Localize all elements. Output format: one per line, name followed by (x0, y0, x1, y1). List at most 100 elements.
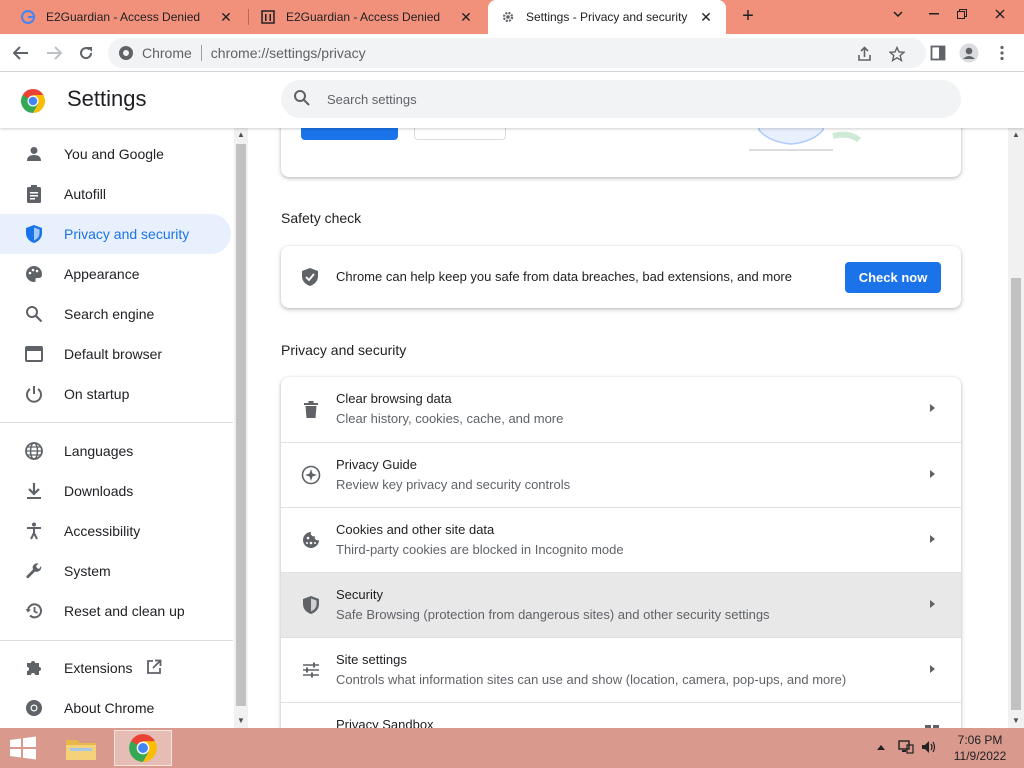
restore-button[interactable] (944, 0, 980, 28)
sidebar-item-reset-and-clean-up[interactable]: Reset and clean up (0, 591, 231, 631)
sidebar-item-you-and-google[interactable]: You and Google (0, 134, 231, 174)
back-button[interactable] (9, 41, 33, 65)
wrench-icon (24, 561, 44, 581)
sidebar-item-downloads[interactable]: Downloads (0, 471, 231, 511)
clock-time: 7:06 PM (957, 733, 1003, 747)
chrome-icon (118, 45, 134, 61)
row-clear-browsing-data[interactable]: Clear browsing data Clear history, cooki… (281, 377, 961, 442)
sidebar-item-extensions[interactable]: Extensions (0, 648, 231, 688)
tab-2[interactable]: E2Guardian - Access Denied ✕ (248, 0, 486, 34)
search-input[interactable] (327, 91, 827, 107)
close-icon (995, 9, 1005, 19)
window-close-button[interactable] (982, 0, 1018, 28)
sidebar-item-default-browser[interactable]: Default browser (0, 334, 231, 374)
sidebar-item-label: Default browser (64, 346, 163, 362)
row-security[interactable]: Security Safe Browsing (protection from … (281, 572, 961, 637)
sidebar-item-about-chrome[interactable]: About Chrome (0, 688, 231, 728)
previous-card (281, 128, 961, 177)
sidebar-item-search-engine[interactable]: Search engine (0, 294, 231, 334)
settings-header: Settings (0, 72, 1024, 128)
scroll-thumb[interactable] (236, 144, 246, 706)
windows-logo-icon (10, 736, 36, 760)
close-icon[interactable]: ✕ (698, 9, 714, 26)
sidebar-item-system[interactable]: System (0, 551, 231, 591)
sidebar-item-privacy-and-security[interactable]: Privacy and security (0, 214, 231, 254)
scroll-thumb[interactable] (1011, 278, 1021, 710)
globe-icon (24, 441, 44, 461)
arrow-right-icon (930, 404, 935, 412)
row-title: Clear browsing data (336, 391, 452, 406)
sidebar-item-label: Downloads (64, 483, 134, 499)
card-button-primary[interactable] (301, 128, 398, 140)
system-clock[interactable]: 7:06 PM 11/9/2022 (940, 732, 1020, 764)
cookie-icon (301, 530, 321, 550)
sidebar-item-label: On startup (64, 386, 130, 402)
row-subtitle: Controls what information sites can use … (336, 672, 847, 687)
privacy-card: Clear browsing data Clear history, cooki… (281, 377, 961, 728)
folder-icon (66, 740, 96, 760)
omnibox-divider (200, 45, 202, 61)
tab-title: E2Guardian - Access Denied (46, 10, 201, 24)
sidebar-item-label: Languages (64, 443, 134, 459)
share-button[interactable] (856, 45, 874, 63)
address-bar[interactable]: Chrome chrome://settings/privacy (108, 38, 926, 68)
row-privacy-guide[interactable]: Privacy Guide Review key privacy and sec… (281, 442, 961, 507)
sliders-icon (301, 660, 321, 680)
tab-3[interactable]: Settings - Privacy and security ✕ (488, 0, 726, 34)
row-title: Site settings (336, 652, 407, 667)
windows-taskbar: 7:06 PM 11/9/2022 (0, 728, 1024, 768)
tab-1[interactable]: E2Guardian - Access Denied ✕ (8, 0, 246, 34)
scroll-down-arrow[interactable]: ▼ (234, 714, 248, 728)
profile-button[interactable] (957, 41, 981, 65)
search-settings-box[interactable] (281, 80, 961, 118)
scroll-up-arrow[interactable]: ▲ (234, 128, 248, 142)
reload-button[interactable] (74, 41, 98, 65)
row-subtitle: Safe Browsing (protection from dangerous… (336, 607, 770, 622)
check-now-button[interactable]: Check now (845, 262, 941, 293)
page-title: Settings (67, 86, 147, 111)
row-title: Privacy Guide (336, 457, 417, 472)
close-icon[interactable]: ✕ (218, 9, 234, 26)
sidebar-item-appearance[interactable]: Appearance (0, 254, 231, 294)
scroll-up-arrow[interactable]: ▲ (1008, 128, 1024, 142)
start-button[interactable] (8, 736, 38, 760)
forward-button[interactable] (42, 41, 66, 65)
show-hidden-icons-button[interactable] (876, 740, 886, 754)
sidebar-item-accessibility[interactable]: Accessibility (0, 511, 231, 551)
google-g-icon (20, 9, 36, 25)
sidebar-item-label: Reset and clean up (64, 603, 185, 619)
sidebar-item-autofill[interactable]: Autofill (0, 174, 231, 214)
sidebar-item-label: Autofill (64, 186, 107, 202)
menu-button[interactable] (990, 41, 1014, 65)
card-button-secondary[interactable] (414, 128, 506, 140)
tab-search-button[interactable] (880, 0, 916, 28)
sidebar-item-label: You and Google (64, 146, 164, 162)
sidebar-item-on-startup[interactable]: On startup (0, 374, 231, 414)
bookmark-button[interactable] (888, 45, 906, 63)
taskbar-file-explorer[interactable] (52, 730, 110, 766)
taskbar-chrome[interactable] (114, 730, 172, 766)
section-title-privacy-and-security: Privacy and security (281, 342, 407, 358)
url-text[interactable]: chrome://settings/privacy (211, 45, 366, 61)
chrome-logo-icon (129, 734, 157, 762)
chrome-logo-icon (20, 88, 46, 114)
sidebar-scrollbar[interactable]: ▲ ▼ (234, 128, 248, 728)
palette-icon (24, 264, 44, 284)
sidebar-item-languages[interactable]: Languages (0, 431, 231, 471)
history-icon (24, 601, 44, 621)
volume-tray-icon[interactable] (921, 740, 937, 757)
new-tab-button[interactable]: + (736, 5, 760, 29)
main-scrollbar[interactable]: ▲ ▼ (1008, 128, 1024, 728)
sidebar-item-label: System (64, 563, 111, 579)
row-cookies-and-other-site-data[interactable]: Cookies and other site data Third-party … (281, 507, 961, 572)
share-icon (858, 46, 871, 61)
side-panel-button[interactable] (926, 41, 950, 65)
minimize-icon (929, 13, 939, 15)
network-tray-icon[interactable] (898, 740, 914, 757)
shield-icon (24, 224, 44, 244)
row-site-settings[interactable]: Site settings Controls what information … (281, 637, 961, 702)
close-icon[interactable]: ✕ (458, 9, 474, 26)
scroll-down-arrow[interactable]: ▼ (1008, 714, 1024, 728)
row-privacy-sandbox[interactable]: Privacy Sandbox (281, 702, 961, 728)
arrow-right-icon (930, 535, 935, 543)
